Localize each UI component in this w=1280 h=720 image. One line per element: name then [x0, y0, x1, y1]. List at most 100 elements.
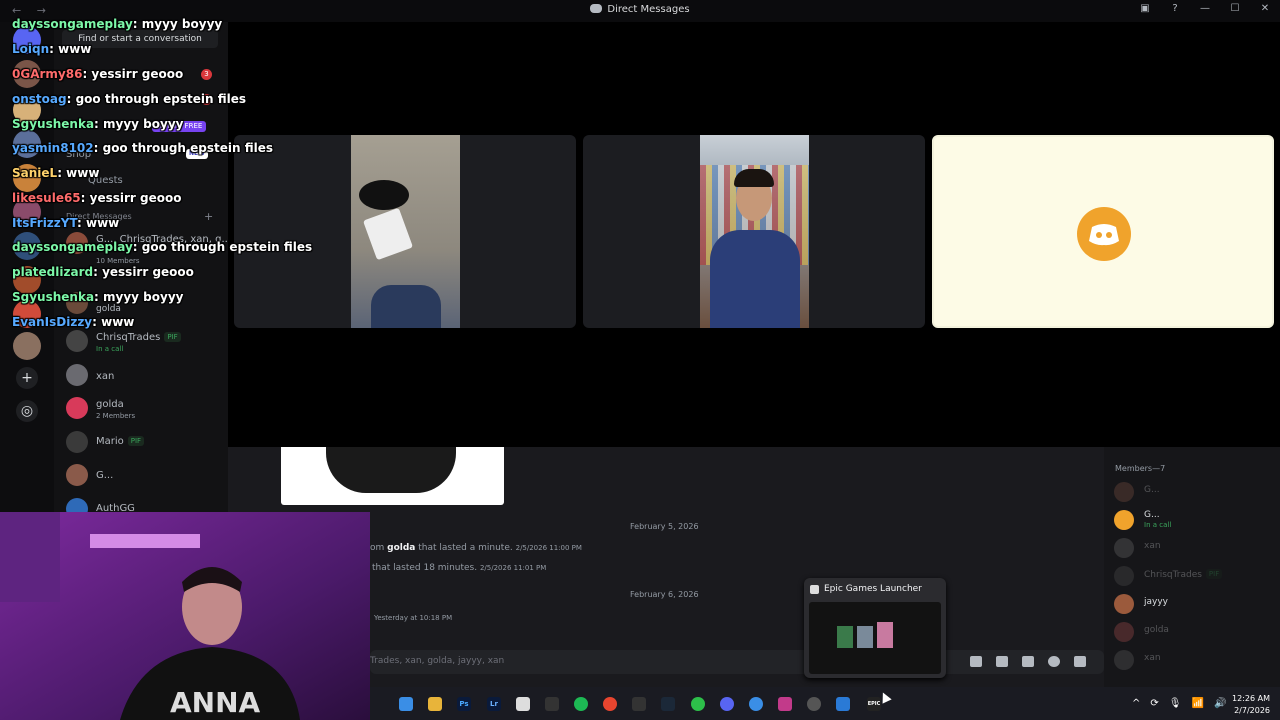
- inbox-icon[interactable]: ▣: [1138, 3, 1152, 14]
- dm-name: G...: [96, 470, 114, 481]
- video-tile-speaking[interactable]: [932, 135, 1274, 328]
- member-item[interactable]: xan: [1114, 536, 1274, 562]
- discover-icon[interactable]: ◎: [16, 400, 38, 422]
- tray-overflow-icon[interactable]: ^: [1132, 698, 1140, 709]
- server-icon[interactable]: [13, 332, 41, 360]
- avatar: [66, 431, 88, 453]
- member-item[interactable]: G...: [1114, 480, 1274, 506]
- discord-icon: [590, 4, 603, 13]
- calculator-icon[interactable]: [516, 697, 530, 711]
- apps-icon[interactable]: [1074, 656, 1086, 667]
- discord-avatar-icon: [1077, 207, 1131, 261]
- chat-line: 0GArmy86: yessirr geooo: [12, 67, 184, 81]
- webcam-overlay: ANNA: [0, 512, 370, 720]
- app-icon[interactable]: [691, 697, 705, 711]
- minimize-icon[interactable]: —: [1198, 3, 1212, 14]
- pif-badge: PIF: [164, 332, 181, 342]
- microphone-icon[interactable]: 🎙: [1169, 698, 1182, 709]
- emoji-icon[interactable]: [1048, 656, 1060, 667]
- member-item[interactable]: jayyy: [1114, 592, 1274, 618]
- jeans-shape: [371, 285, 441, 328]
- capcut-icon[interactable]: [545, 697, 559, 711]
- system-tray: ^ ⟳ 🎙 📶 🔊: [1132, 698, 1226, 709]
- create-dm-icon[interactable]: +: [204, 210, 213, 223]
- maximize-icon[interactable]: ☐: [1228, 3, 1242, 14]
- avatar: [66, 397, 88, 419]
- date-divider: February 5, 2026: [630, 522, 699, 531]
- settings-icon[interactable]: [807, 697, 821, 711]
- clock-time: 12:26 AM: [1232, 694, 1270, 703]
- file-explorer-icon[interactable]: [428, 697, 442, 711]
- chat-line: dayssongameplay: goo through epstein fil…: [12, 240, 313, 254]
- wifi-icon[interactable]: 📶: [1191, 698, 1203, 709]
- video-tile[interactable]: [234, 135, 576, 328]
- hoodie-image[interactable]: [281, 447, 504, 505]
- taskbar: Ps Lr EPIC ^ ⟳ 🎙 📶 🔊 12:26 AM 2/7/2026: [370, 687, 1280, 720]
- preview-title: Epic Games Launcher: [824, 584, 922, 594]
- gift-icon[interactable]: [970, 656, 982, 667]
- message-input[interactable]: Trades, xan, golda, jayyy, xan: [370, 650, 1104, 674]
- member-item[interactable]: xan: [1114, 648, 1274, 674]
- app-icon[interactable]: [749, 697, 763, 711]
- avatar: [1114, 482, 1134, 502]
- dm-item[interactable]: xan: [64, 362, 224, 392]
- gif-icon[interactable]: [996, 656, 1008, 667]
- voice-call-area: [228, 22, 1280, 447]
- chat-line: likesule65: yessirr geooo: [12, 191, 182, 205]
- message-input-placeholder: Trades, xan, golda, jayyy, xan: [370, 656, 505, 666]
- dm-item[interactable]: ChrisqTrades PIF In a call: [64, 328, 224, 358]
- clock[interactable]: 12:26 AM 2/7/2026: [1232, 693, 1270, 717]
- steam-icon[interactable]: [661, 697, 675, 711]
- avatar: [66, 364, 88, 386]
- sync-icon[interactable]: ⟳: [1150, 698, 1158, 709]
- chat-line: SanieL: www: [12, 166, 100, 180]
- member-item[interactable]: golda: [1114, 620, 1274, 646]
- game-tile: [837, 626, 853, 648]
- dm-sub: 10 Members: [96, 257, 140, 265]
- video-feed: [351, 135, 460, 328]
- hair-shape: [734, 169, 774, 187]
- chat-line: Loiqn: www: [12, 42, 92, 56]
- discord-taskbar-icon[interactable]: [720, 697, 734, 711]
- chat-line: EvanIsDizzy: www: [12, 315, 135, 329]
- close-icon[interactable]: ✕: [1258, 3, 1272, 14]
- lightroom-icon[interactable]: Lr: [487, 697, 501, 711]
- app-icon[interactable]: [778, 697, 792, 711]
- sticker-icon[interactable]: [1022, 656, 1034, 667]
- window-title-text: Direct Messages: [607, 4, 690, 15]
- dm-name: ChrisqTrades PIF: [96, 332, 181, 343]
- avatar: [66, 464, 88, 486]
- friends-badge: 3: [201, 69, 212, 80]
- dm-sub: In a call: [96, 345, 124, 353]
- game-tile: [877, 622, 893, 648]
- preview-thumbnail[interactable]: [809, 602, 941, 674]
- volume-icon[interactable]: 🔊: [1214, 698, 1226, 709]
- taskbar-preview-window[interactable]: Epic Games Launcher: [804, 578, 946, 678]
- video-tile[interactable]: [583, 135, 925, 328]
- shoe-shape: [359, 180, 409, 210]
- member-item[interactable]: ChrisqTrades PIF: [1114, 564, 1274, 590]
- help-icon[interactable]: ?: [1168, 3, 1182, 14]
- dm-item[interactable]: G...: [64, 462, 224, 492]
- member-item[interactable]: G... In a call: [1114, 508, 1274, 534]
- svg-text:ANNA: ANNA: [170, 686, 261, 719]
- app-icon[interactable]: [836, 697, 850, 711]
- epic-games-launcher-icon[interactable]: EPIC: [867, 697, 881, 711]
- dm-name: golda: [96, 399, 124, 410]
- dm-item[interactable]: Mario PIF: [64, 429, 224, 459]
- pif-badge: PIF: [127, 436, 145, 446]
- add-server-icon[interactable]: +: [16, 367, 38, 389]
- avatar: [1114, 622, 1134, 642]
- avatar: [1114, 594, 1134, 614]
- epic-games-icon[interactable]: [632, 697, 646, 711]
- chrome-icon[interactable]: [603, 697, 617, 711]
- member-list-header: Members—7: [1115, 464, 1166, 473]
- avatar: [1114, 566, 1134, 586]
- dm-item[interactable]: golda 2 Members: [64, 395, 224, 425]
- chat-line: Sgyushenka: myyy boyyy: [12, 117, 184, 131]
- photoshop-icon[interactable]: Ps: [457, 697, 471, 711]
- clock-date: 2/7/2026: [1234, 706, 1270, 715]
- spotify-icon[interactable]: [574, 697, 588, 711]
- windows-start-icon[interactable]: [399, 697, 413, 711]
- chat-line: dayssongameplay: myyy boyyy: [12, 17, 223, 31]
